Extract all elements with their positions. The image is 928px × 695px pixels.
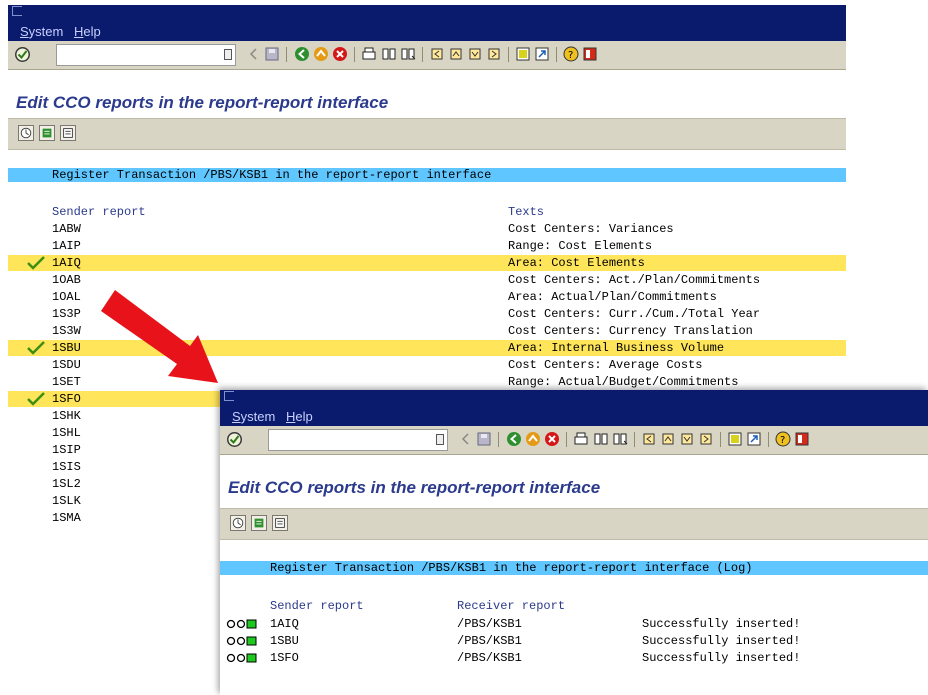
standard-toolbar: ? — [220, 426, 928, 455]
cancel-icon[interactable] — [544, 431, 560, 447]
layout-menu-icon[interactable] — [794, 431, 810, 447]
select-all-icon[interactable] — [251, 515, 267, 531]
first-page-icon[interactable] — [641, 431, 657, 447]
desktop: { "menu": { "system": "System", "help": … — [0, 0, 928, 695]
deselect-all-icon[interactable] — [272, 515, 288, 531]
find-icon[interactable] — [593, 431, 609, 447]
command-history-icon[interactable] — [436, 434, 444, 445]
page-title: Edit CCO reports in the report-report in… — [228, 478, 601, 497]
traffic-light-icon — [226, 653, 257, 663]
create-session-icon[interactable] — [727, 431, 743, 447]
back-icon[interactable] — [506, 431, 522, 447]
traffic-light-icon — [226, 636, 257, 646]
previous-page-icon[interactable] — [660, 431, 676, 447]
help-icon[interactable]: ? — [775, 431, 791, 447]
table-row[interactable]: 1SFO/PBS/KSB1 Successfully inserted! — [220, 650, 928, 666]
table-row[interactable]: 1AIQ/PBS/KSB1 Successfully inserted! — [220, 616, 928, 632]
sap-window-log: System Help ? Edit CCO reports in the re… — [220, 390, 928, 695]
print-icon[interactable] — [573, 431, 589, 447]
command-field[interactable] — [268, 429, 448, 451]
nav-back-arrow-icon[interactable] — [458, 431, 474, 447]
shortcut-icon[interactable] — [746, 431, 762, 447]
window-menu-icon[interactable] — [224, 391, 234, 401]
col-sender-report: Sender report — [270, 599, 364, 613]
application-toolbar — [220, 508, 928, 540]
execute-icon[interactable] — [230, 515, 246, 531]
menu-system[interactable]: System — [232, 409, 275, 424]
find-next-icon[interactable] — [612, 431, 628, 447]
last-page-icon[interactable] — [698, 431, 714, 447]
traffic-light-icon — [226, 619, 257, 629]
svg-text:?: ? — [780, 435, 785, 446]
menu-bar: System Help — [220, 390, 928, 426]
exit-icon[interactable] — [525, 431, 541, 447]
banner-bar: Register Transaction /PBS/KSB1 in the re… — [220, 561, 928, 575]
save-icon[interactable] — [476, 431, 492, 447]
table-row[interactable]: 1SBU/PBS/KSB1 Successfully inserted! — [220, 633, 928, 649]
banner-text: Register Transaction /PBS/KSB1 in the re… — [270, 561, 753, 575]
enter-check-icon[interactable] — [226, 431, 243, 448]
menu-help[interactable]: Help — [286, 409, 313, 424]
col-receiver-report: Receiver report — [457, 599, 566, 613]
next-page-icon[interactable] — [679, 431, 695, 447]
